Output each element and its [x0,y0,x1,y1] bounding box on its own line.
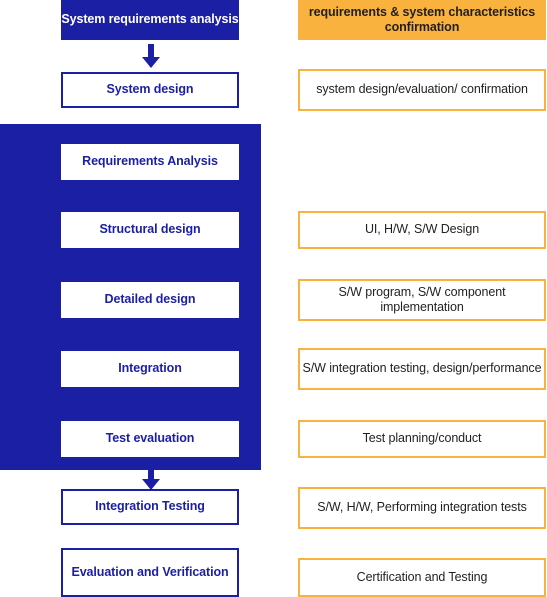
activity-label: S/W program, S/W component implementatio… [338,284,506,314]
stage-structural-design[interactable]: Structural design [61,212,239,248]
arrow-down-icon [139,44,163,70]
activity-label: S/W, H/W, Performing integration tests [317,500,527,515]
stage-label: Detailed design [104,292,196,307]
activity-label: requirements & system characteristics co… [308,4,536,34]
stage-integration[interactable]: Integration [61,351,239,387]
stage-label: Integration Testing [95,499,205,514]
activity-test-planning-conduct[interactable]: Test planning/conduct [298,420,546,458]
stage-label: System design [106,82,194,97]
stage-detailed-design[interactable]: Detailed design [61,282,239,318]
activity-system-design-evaluation-confirmation[interactable]: system design/evaluation/ confirmation [298,69,546,111]
activity-label: S/W integration testing, design/performa… [302,361,542,376]
stage-label: System requirements analysis [61,12,239,27]
flow-diagram-canvas: System requirements analysis System desi… [0,0,547,597]
stage-label: Integration [118,361,182,376]
activity-sw-program-component-implementation[interactable]: S/W program, S/W component implementatio… [298,279,546,321]
stage-system-design[interactable]: System design [61,72,239,108]
activity-label: UI, H/W, S/W Design [364,222,480,237]
activity-sw-integration-testing-design-performance[interactable]: S/W integration testing, design/performa… [298,348,546,390]
activity-label: system design/evaluation/ confirmation [316,82,528,97]
activity-label: Test planning/conduct [362,431,482,446]
stage-integration-testing[interactable]: Integration Testing [61,489,239,525]
stage-requirements-analysis[interactable]: Requirements Analysis [61,144,239,180]
activity-label: Certification and Testing [356,569,488,584]
activity-certification-and-testing[interactable]: Certification and Testing [298,558,546,597]
stage-label: Requirements Analysis [82,154,218,169]
stage-label: Evaluation and Verification [71,564,229,579]
activity-sw-hw-performing-integration-tests[interactable]: S/W, H/W, Performing integration tests [298,487,546,529]
activity-requirements-system-characteristics-confirmation[interactable]: requirements & system characteristics co… [298,0,546,40]
stage-label: Structural design [99,222,201,237]
activity-ui-hw-sw-design[interactable]: UI, H/W, S/W Design [298,211,546,249]
stage-label: Test evaluation [105,431,195,446]
stage-evaluation-and-verification[interactable]: Evaluation and Verification [61,548,239,597]
stage-test-evaluation[interactable]: Test evaluation [61,421,239,457]
stage-system-requirements-analysis[interactable]: System requirements analysis [61,0,239,40]
